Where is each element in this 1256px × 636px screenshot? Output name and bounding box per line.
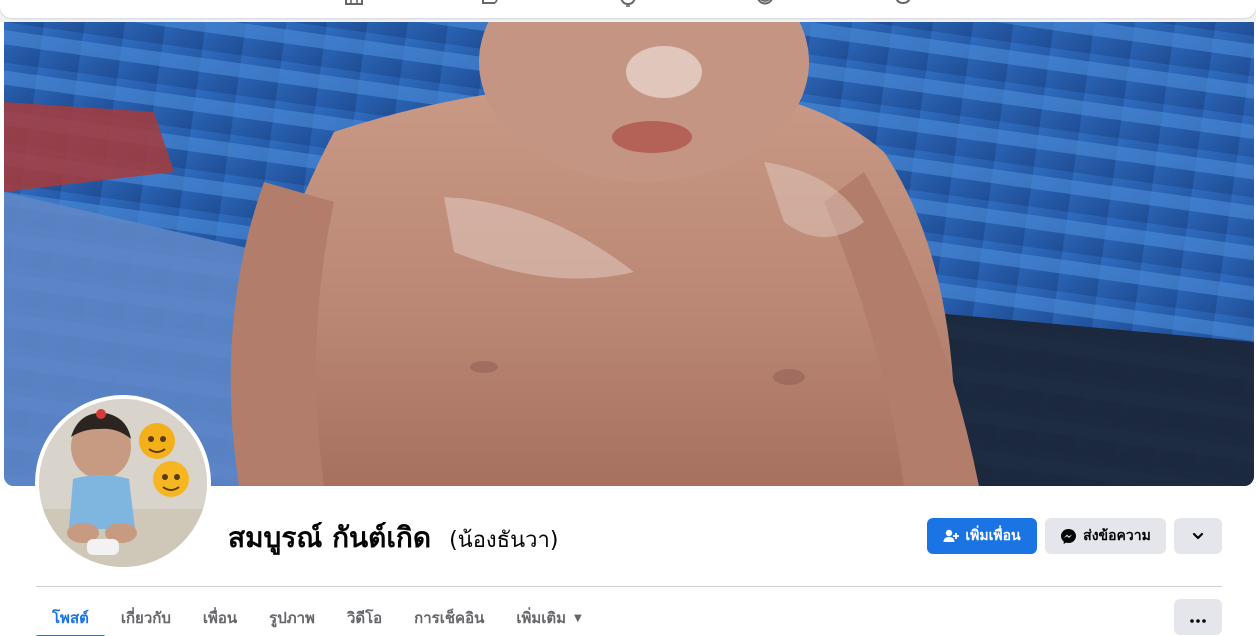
- add-friend-label: เพิ่มเพื่อน: [965, 528, 1021, 544]
- video-icon[interactable]: [617, 0, 639, 8]
- chevron-down-icon: [1191, 529, 1205, 543]
- tab-posts[interactable]: โพสต์: [36, 600, 105, 636]
- divider: [36, 586, 1222, 587]
- profile-name: สมบูรณ์ กันต์เกิด: [228, 521, 432, 554]
- top-navigation: [0, 0, 1256, 22]
- tabs-more-button[interactable]: [1174, 599, 1222, 635]
- profile-picture[interactable]: [35, 395, 211, 571]
- add-friend-icon: [943, 528, 960, 544]
- add-friend-button[interactable]: เพิ่มเพื่อน: [927, 518, 1037, 554]
- messenger-icon: [1060, 528, 1077, 545]
- profile-nickname: (น้องธันวา): [449, 528, 559, 553]
- cover-photo-image: [4, 22, 1254, 486]
- home-icon[interactable]: [343, 0, 365, 8]
- tab-label: เกี่ยวกับ: [120, 609, 171, 627]
- profile-name-row: สมบูรณ์ กันต์เกิด (น้องธันวา): [228, 516, 558, 560]
- pages-icon[interactable]: [479, 0, 501, 8]
- ellipsis-icon: [1190, 608, 1206, 627]
- tab-label: โพสต์: [52, 609, 89, 627]
- cover-photo[interactable]: [4, 22, 1254, 486]
- profile-tabs: โพสต์ เกี่ยวกับ เพื่อน รูปภาพ วิดีโอ การ…: [36, 600, 598, 636]
- tab-label: เพิ่มเติม: [516, 609, 567, 627]
- message-label: ส่งข้อความ: [1083, 528, 1151, 544]
- tab-label: เพื่อน: [202, 609, 238, 627]
- tab-label: การเช็คอิน: [414, 609, 485, 627]
- tab-label: รูปภาพ: [269, 609, 315, 627]
- caret-down-icon: ▼: [574, 612, 582, 624]
- tab-checkins[interactable]: การเช็คอิน: [398, 600, 500, 636]
- gaming-icon[interactable]: [892, 0, 914, 8]
- tab-photos[interactable]: รูปภาพ: [253, 600, 331, 636]
- tab-more[interactable]: เพิ่มเติม ▼: [500, 600, 597, 636]
- tab-videos[interactable]: วิดีโอ: [331, 600, 398, 636]
- tab-about[interactable]: เกี่ยวกับ: [105, 600, 187, 636]
- message-button[interactable]: ส่งข้อความ: [1045, 518, 1166, 554]
- avatar-image: [39, 399, 207, 567]
- tab-friends[interactable]: เพื่อน: [187, 600, 253, 636]
- profile-more-button[interactable]: [1174, 518, 1222, 554]
- tab-label: วิดีโอ: [346, 609, 383, 627]
- avatar: [39, 399, 207, 567]
- groups-icon[interactable]: [754, 0, 776, 8]
